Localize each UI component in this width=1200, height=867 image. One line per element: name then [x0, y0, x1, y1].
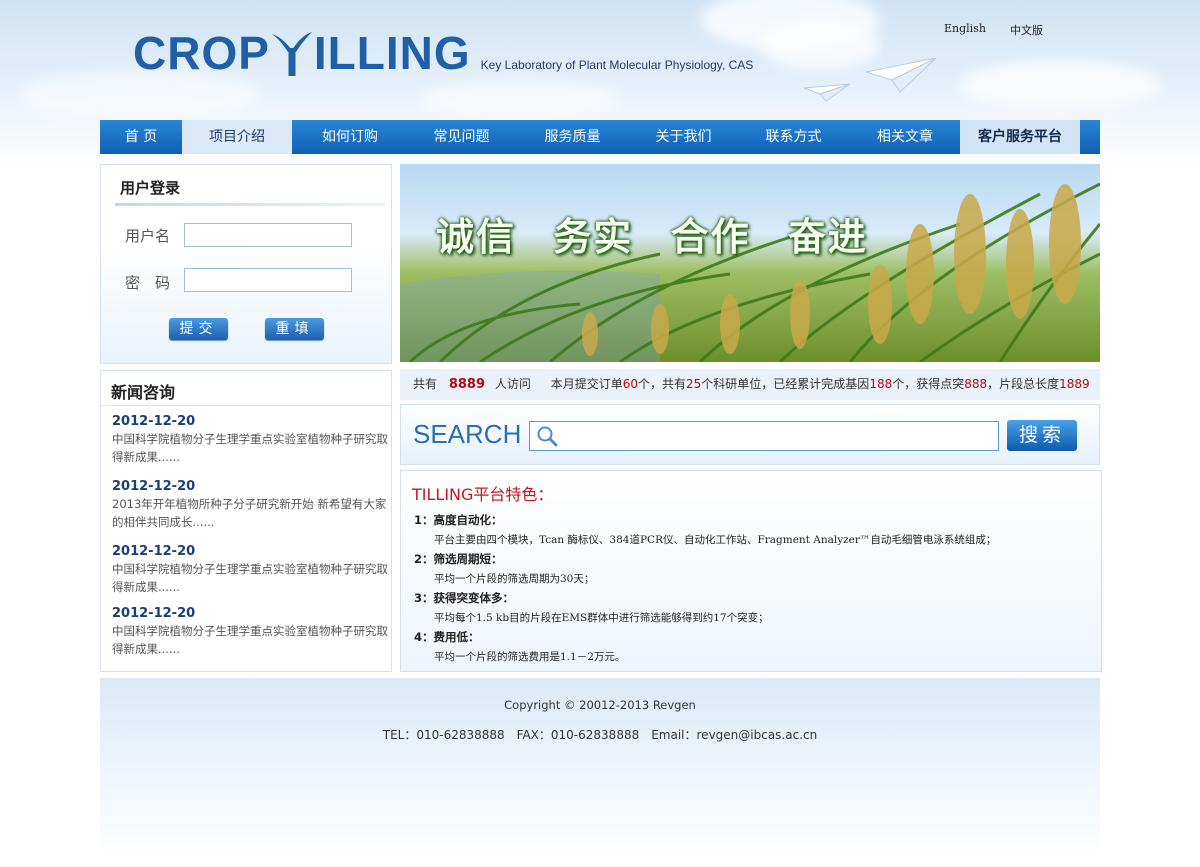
news-text[interactable]: 中国科学院植物分子生理学重点实验室植物种子研究取得新成果......	[112, 560, 388, 596]
site-logo[interactable]: CROP ILLING Key Laboratory of Plant Mole…	[133, 28, 753, 78]
orders-unit: 个，共有	[638, 377, 687, 391]
copyright-text: Copyright © 20012-2013 Revgen	[504, 698, 696, 712]
mutations-count: 888	[964, 377, 988, 391]
feature-heading: 2：筛选周期短：	[414, 552, 503, 566]
banner-slogan: 诚信 务实 合作 奋进	[436, 206, 890, 261]
paper-plane-icon	[804, 83, 850, 102]
visit-suffix: 人访问	[494, 377, 531, 391]
units-count: 25	[686, 377, 702, 391]
nav-item-faq[interactable]: 常见问题	[408, 120, 515, 154]
nav-item-home[interactable]: 首 页	[100, 120, 182, 154]
username-input[interactable]	[184, 223, 352, 247]
hero-banner: 诚信 务实 合作 奋进	[400, 164, 1100, 362]
search-input[interactable]	[529, 421, 999, 451]
units-suffix: 个科研单位，已经累计完成基因	[701, 377, 870, 391]
visit-count: 8889	[448, 377, 486, 392]
slogan-word: 诚信	[436, 215, 517, 259]
feature-text: 平均每个1.5 kb目的片段在EMS群体中进行筛选能够得到约17个突变；	[434, 612, 769, 624]
orders-prefix: 本月提交订单	[550, 377, 623, 391]
news-date: 2012-12-20	[112, 479, 196, 494]
slogan-word: 务实	[553, 215, 634, 259]
slogan-word: 合作	[670, 215, 751, 259]
divider	[101, 405, 391, 406]
news-text[interactable]: 中国科学院植物分子生理学重点实验室植物种子研究取得新成果......	[112, 622, 388, 658]
search-label: SEARCH	[413, 419, 522, 449]
login-title: 用户登录	[120, 179, 181, 197]
nav-item-articles[interactable]: 相关文章	[850, 120, 960, 154]
nav-item-project[interactable]: 项目介绍	[182, 120, 292, 154]
feature-text: 平均一个片段的筛选周期为30天；	[434, 573, 595, 585]
logo-sprout-icon	[271, 28, 312, 78]
reset-button[interactable]: 重填	[265, 318, 324, 340]
cloud-decoration	[760, 20, 880, 70]
news-text[interactable]: 中国科学院植物分子生理学重点实验室植物种子研究取得新成果......	[112, 430, 388, 466]
news-item[interactable]: 2012-12-20 2013年开年植物所种子分子研究新开始 新希望有大家的相伴…	[112, 479, 388, 531]
login-panel: 用户登录 用户名 密 码 提交 重填	[100, 164, 392, 364]
news-item[interactable]: 2012-12-20 中国科学院植物分子生理学重点实验室植物种子研究取得新成果.…	[112, 606, 388, 658]
lab-name: Key Laboratory of Plant Molecular Physio…	[480, 58, 754, 72]
search-panel: SEARCH 搜索	[400, 404, 1100, 465]
lang-chinese-link[interactable]: 中文版	[1010, 22, 1043, 38]
search-icon	[537, 426, 558, 447]
news-panel: 新闻咨询 2012-12-20 中国科学院植物分子生理学重点实验室植物种子研究取…	[100, 370, 392, 672]
logo-text-right: ILLING	[313, 27, 471, 79]
news-text[interactable]: 2013年开年植物所种子分子研究新开始 新希望有大家的相伴共同成长......	[112, 495, 388, 531]
feature-text: 平台主要由四个模块，Tcan 酶标仪、384道PCR仪、自动化工作站、Fragm…	[434, 534, 997, 546]
cloud-decoration	[420, 80, 620, 120]
logo-text-left: CROP	[133, 27, 270, 79]
visit-prefix: 共有	[413, 377, 438, 391]
features-title: TILLING平台特色：	[412, 485, 554, 504]
news-date: 2012-12-20	[112, 414, 196, 429]
contact-info: TEL：010-62838888 FAX：010-62838888 Email：…	[382, 728, 818, 742]
search-button[interactable]: 搜索	[1007, 420, 1077, 451]
news-item[interactable]: 2012-12-20 中国科学院植物分子生理学重点实验室植物种子研究取得新成果.…	[112, 544, 388, 596]
footer: Copyright © 20012-2013 Revgen TEL：010-62…	[100, 678, 1100, 858]
length-prefix: ，片段总长度	[987, 377, 1060, 391]
main-nav: 首 页 项目介绍 如何订购 常见问题 服务质量 关于我们 联系方式 相关文章 客…	[100, 120, 1100, 154]
genes-count: 188	[869, 377, 893, 391]
orders-count: 60	[622, 377, 638, 391]
password-label: 密 码	[125, 274, 171, 292]
paper-plane-icon	[866, 58, 936, 93]
feature-heading: 3：获得突变体多：	[414, 591, 515, 605]
news-item[interactable]: 2012-12-20 中国科学院植物分子生理学重点实验室植物种子研究取得新成果.…	[112, 414, 388, 466]
lang-english-link[interactable]: English	[944, 22, 986, 35]
rice-field-image	[400, 182, 1100, 362]
nav-item-contact[interactable]: 联系方式	[737, 120, 850, 154]
feature-heading: 4：费用低：	[414, 630, 480, 644]
nav-item-about[interactable]: 关于我们	[630, 120, 737, 154]
feature-heading: 1：高度自动化：	[414, 513, 503, 527]
password-input[interactable]	[184, 268, 352, 292]
nav-item-quality[interactable]: 服务质量	[515, 120, 630, 154]
length-value: 1889	[1059, 377, 1090, 391]
features-panel: TILLING平台特色： 1：高度自动化： 平台主要由四个模块，Tcan 酶标仪…	[400, 470, 1102, 672]
feature-text: 平均一个片段的筛选费用是1.1－2万元。	[434, 651, 626, 663]
cloud-decoration	[960, 60, 1160, 110]
nav-item-service-platform[interactable]: 客户服务平台	[960, 120, 1080, 154]
features-list: 1：高度自动化： 平台主要由四个模块，Tcan 酶标仪、384道PCR仪、自动化…	[414, 511, 1094, 667]
submit-button[interactable]: 提交	[169, 318, 228, 340]
slogan-word: 奋进	[787, 215, 868, 259]
genes-suffix: 个，获得点突	[892, 377, 965, 391]
news-date: 2012-12-20	[112, 606, 196, 621]
divider	[115, 203, 385, 206]
news-title: 新闻咨询	[111, 383, 176, 402]
news-date: 2012-12-20	[112, 544, 196, 559]
username-label: 用户名	[125, 227, 171, 245]
nav-item-order[interactable]: 如何订购	[292, 120, 408, 154]
stats-bar: 共有 8889 人访问 本月提交订单60个，共有25个科研单位，已经累计完成基因…	[400, 369, 1100, 400]
